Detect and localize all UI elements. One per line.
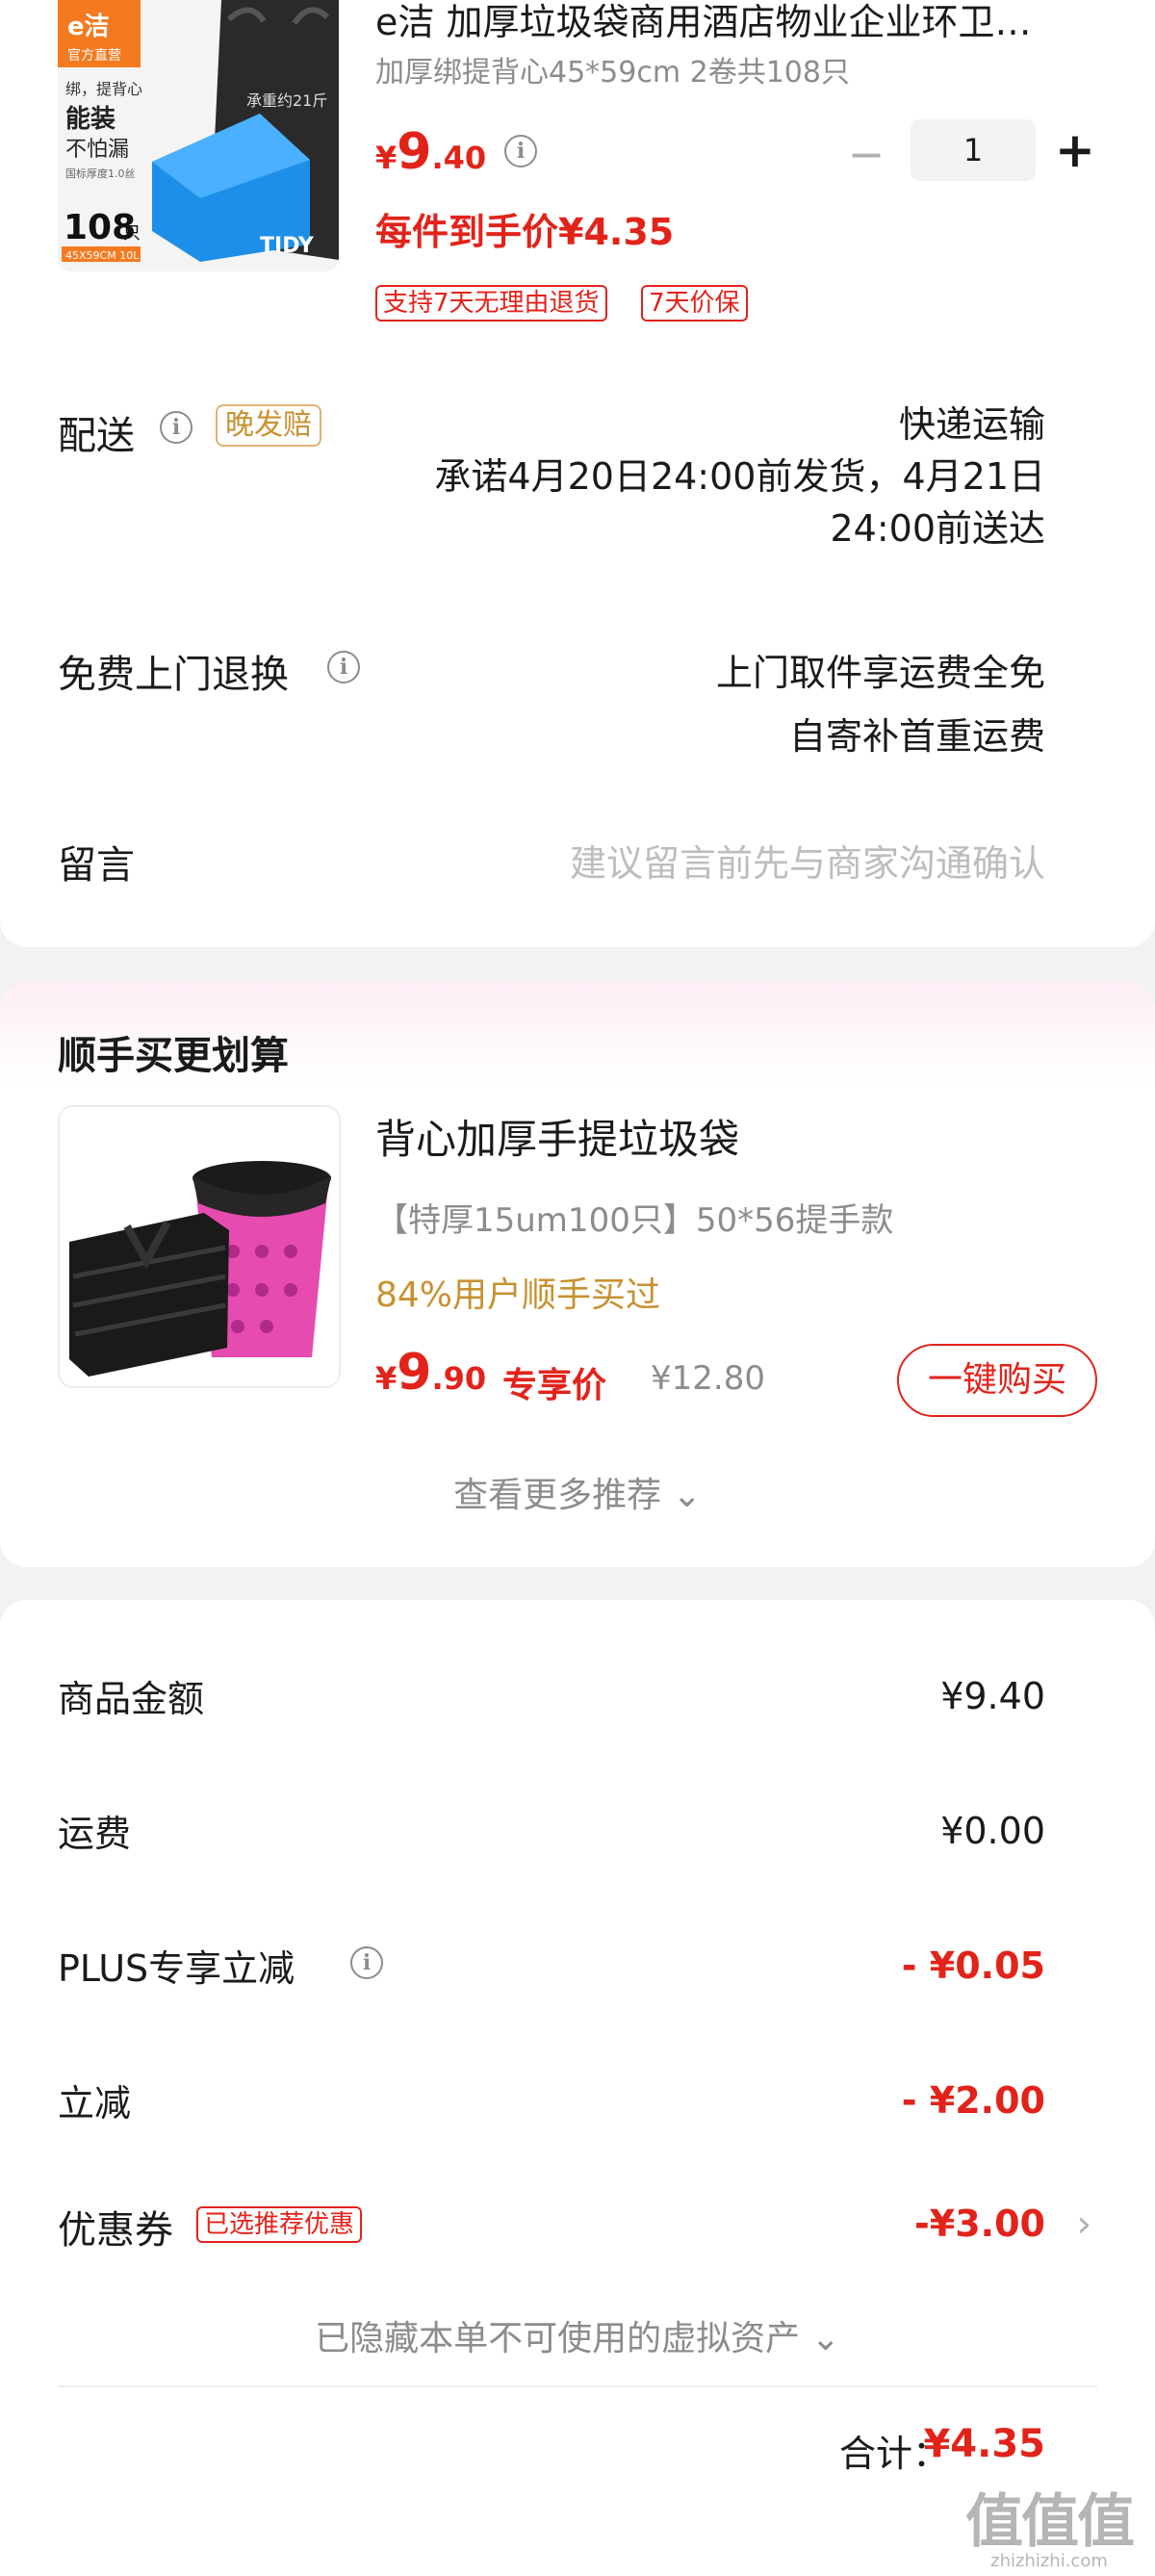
- addon-original-price: ¥12.80: [651, 1359, 765, 1398]
- goods-amount-label: 商品金额: [58, 1678, 205, 1720]
- more-recommendations-link[interactable]: 查看更多推荐 ⌄: [0, 1467, 1155, 1517]
- plus-discount-label: PLUS专享立减: [58, 1947, 295, 1990]
- delivery-promise-line2: 24:00前送达: [830, 507, 1045, 550]
- price-protect-tag: 7天价保: [641, 285, 748, 322]
- addon-product-spec: 【特厚15um100只】50*56提手款: [375, 1201, 894, 1240]
- shipping-fee-label: 运费: [58, 1813, 132, 1855]
- return-details: 上门取件享运费全免 自寄补首重运费: [715, 652, 1045, 758]
- total-value: ¥4.35: [923, 2422, 1045, 2466]
- price-info-icon[interactable]: i: [504, 135, 537, 167]
- chevron-down-icon: ⌄: [672, 1476, 702, 1515]
- addon-section-title: 顺手买更划算: [58, 1034, 289, 1078]
- product-price: ¥9.40: [375, 123, 487, 181]
- svg-text:绑，提背心: 绑，提背心: [65, 80, 142, 98]
- plus-discount-value: - ¥0.05: [901, 1945, 1045, 1987]
- addon-buyer-rate: 84%用户顺手买过: [375, 1275, 661, 1315]
- quantity-plus-button[interactable]: +: [1054, 126, 1096, 174]
- svg-text:TIDY: TIDY: [260, 234, 315, 258]
- brand-logo-text: e洁: [67, 13, 110, 41]
- coupon-recommended-tag: 已选推荐优惠: [196, 2206, 363, 2243]
- shipping-fee-value: ¥0.00: [940, 1810, 1045, 1852]
- goods-amount-value: ¥9.40: [940, 1675, 1045, 1717]
- quantity-input[interactable]: 1: [911, 119, 1036, 181]
- unit-final-price: 每件到手价¥4.35: [375, 211, 675, 253]
- delivery-info-icon[interactable]: i: [160, 411, 192, 444]
- return-info-icon[interactable]: i: [327, 651, 360, 683]
- delivery-details[interactable]: 快递运输 承诺4月20日24:00前发货，4月21日 24:00前送达: [434, 399, 1045, 554]
- return-policy-tag: 支持7天无理由退货: [375, 285, 607, 322]
- addon-product-title[interactable]: 背心加厚手提垃圾袋: [375, 1107, 739, 1166]
- svg-text:官方直营: 官方直营: [67, 47, 121, 64]
- addon-product-image[interactable]: [58, 1105, 341, 1388]
- chevron-down-icon: ⌄: [810, 2319, 840, 2358]
- svg-text:承重约21斤: 承重约21斤: [246, 91, 327, 110]
- late-compensation-tag: 晚发赔: [216, 404, 321, 447]
- svg-text:能装: 能装: [65, 104, 116, 134]
- product-spec: 加厚绑提背心45*59cm 2卷共108只: [375, 56, 850, 90]
- plus-info-icon[interactable]: i: [350, 1946, 383, 1979]
- instant-discount-value: - ¥2.00: [901, 2079, 1045, 2122]
- delivery-promise-line1: 承诺4月20日24:00前发货，4月21日: [434, 455, 1045, 498]
- addon-exclusive-label: 专享价: [502, 1366, 607, 1405]
- site-watermark: 值值值 zhizhizhi.com: [965, 2488, 1135, 2571]
- one-click-buy-button[interactable]: 一键购买: [897, 1344, 1097, 1417]
- addon-price: ¥9.90: [375, 1344, 487, 1402]
- svg-text:国标厚度1.0丝: 国标厚度1.0丝: [65, 167, 136, 180]
- svg-text:不怕漏: 不怕漏: [65, 138, 129, 162]
- hidden-virtual-assets-toggle[interactable]: 已隐藏本单不可使用的虚拟资产 ⌄: [0, 2310, 1155, 2360]
- divider: [58, 2385, 1097, 2387]
- note-label: 留言: [58, 843, 135, 888]
- quantity-minus-button[interactable]: −: [847, 132, 886, 176]
- product-title[interactable]: e洁 加厚垃圾袋商用酒店物业企业环卫…: [375, 0, 1107, 44]
- delivery-method: 快递运输: [898, 403, 1045, 446]
- free-return-label: 免费上门退换: [58, 653, 289, 697]
- chevron-right-icon[interactable]: ›: [1077, 2202, 1091, 2245]
- svg-text:45X59CM 10L: 45X59CM 10L: [65, 249, 140, 262]
- note-input[interactable]: 建议留言前先与商家沟通确认: [570, 834, 1045, 887]
- instant-discount-label: 立减: [58, 2082, 132, 2125]
- delivery-label: 配送: [58, 414, 135, 458]
- product-image[interactable]: e洁 官方直营 绑，提背心 能装 不怕漏 国标厚度1.0丝 108 只 45X5…: [58, 0, 339, 271]
- coupon-value[interactable]: -¥3.00: [914, 2202, 1045, 2245]
- svg-text:只: 只: [123, 223, 141, 244]
- coupon-label: 优惠券: [58, 2208, 173, 2253]
